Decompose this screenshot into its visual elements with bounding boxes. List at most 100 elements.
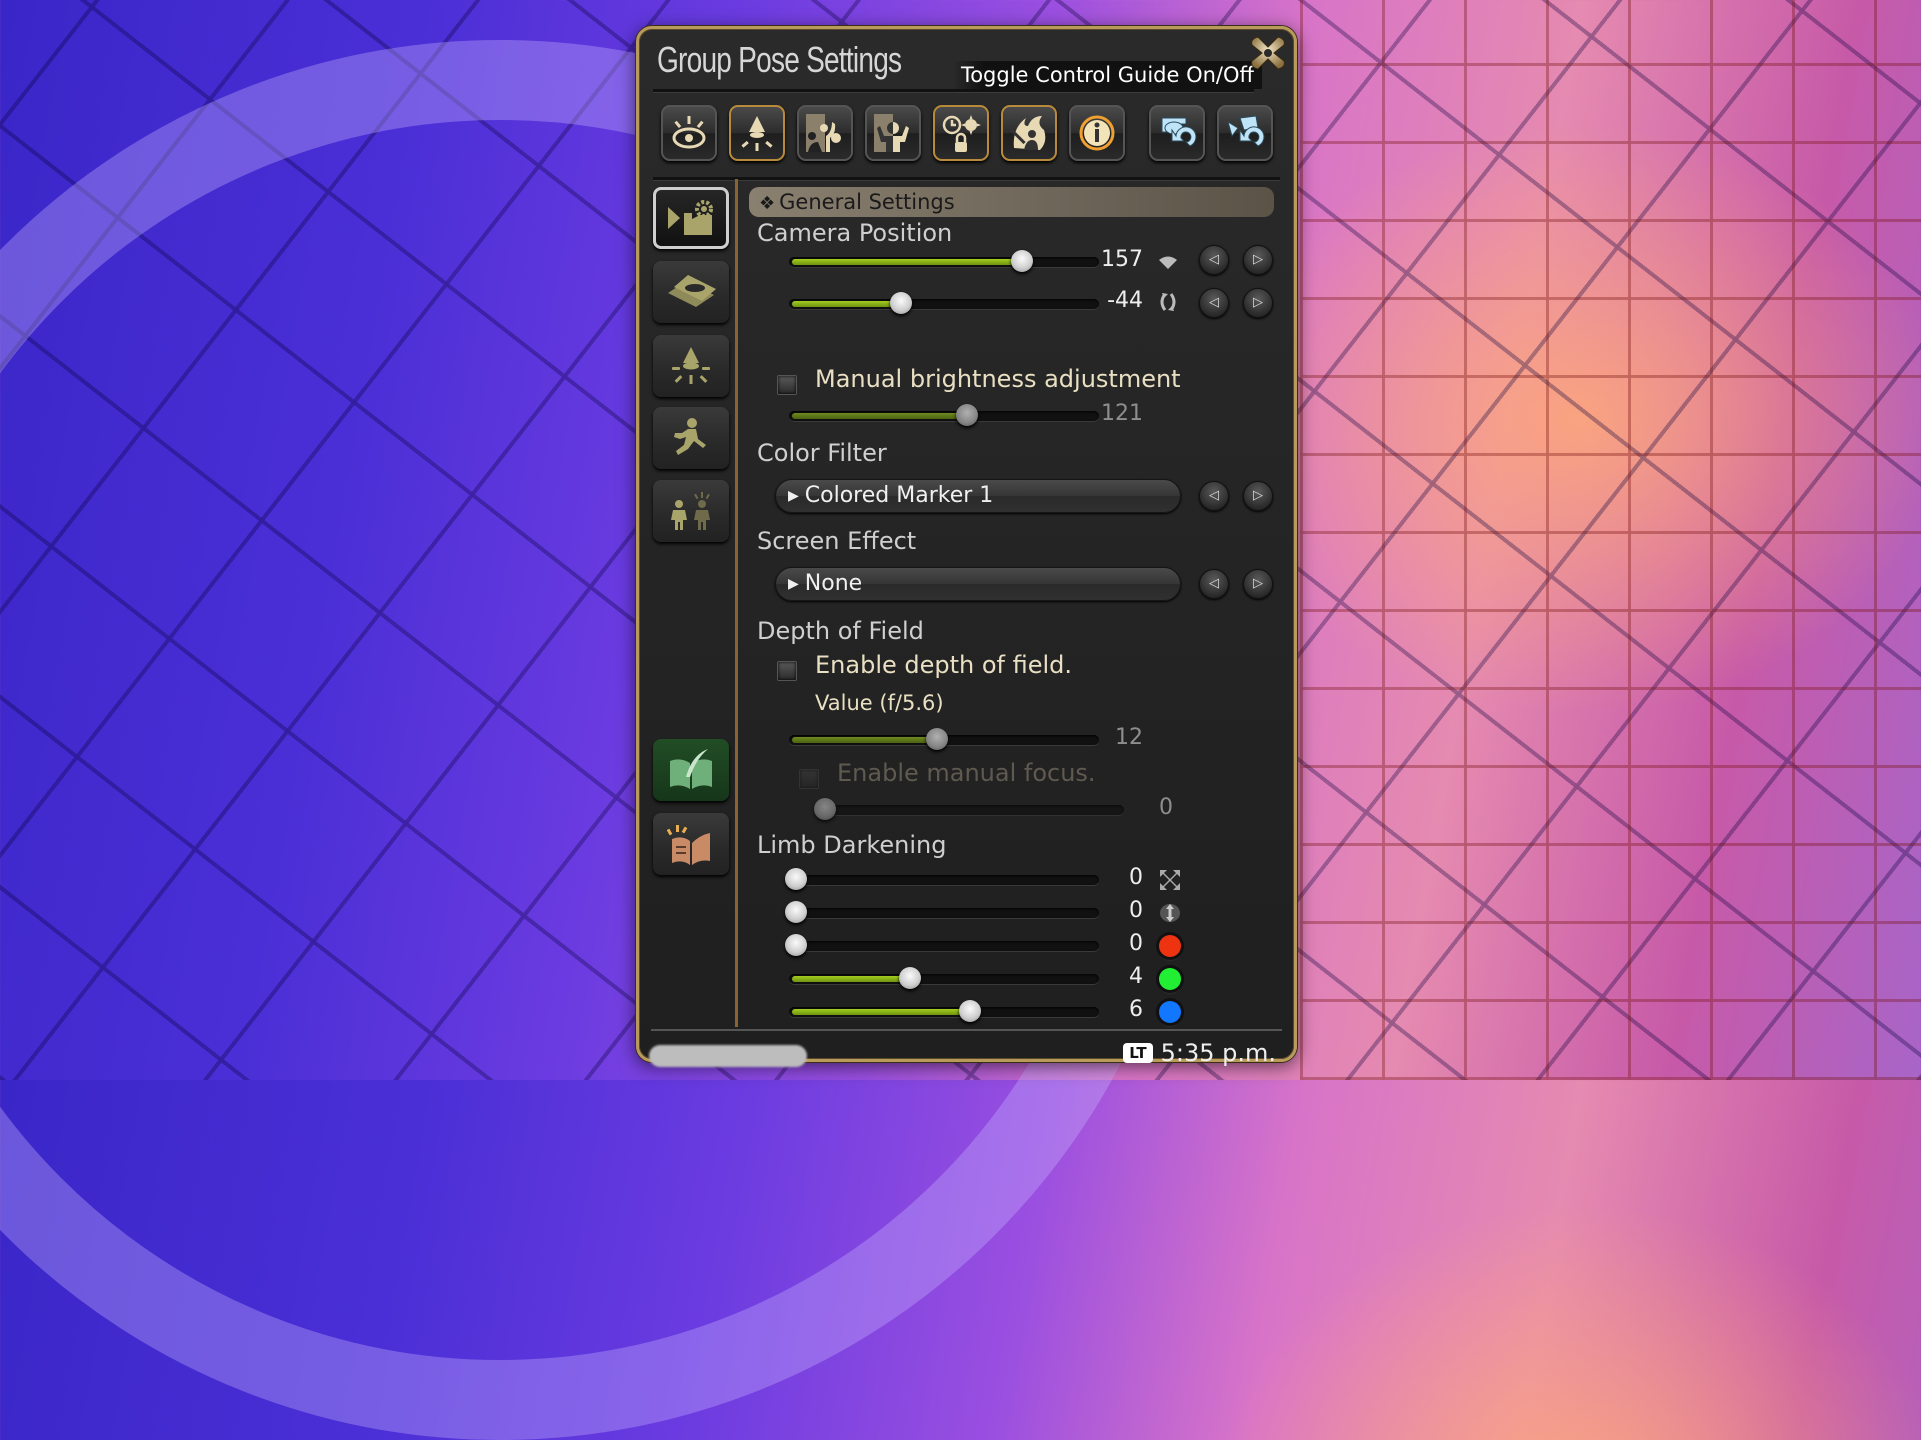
pose-split-icon bbox=[806, 114, 841, 152]
screen-effect-previous-button[interactable]: ◁ bbox=[1199, 569, 1229, 599]
blue-dot-indicator bbox=[1159, 1001, 1181, 1023]
camera-position-2-decrease-button[interactable]: ◁ bbox=[1199, 288, 1229, 318]
slider-fill bbox=[792, 301, 901, 307]
slider-knob[interactable] bbox=[814, 798, 836, 820]
expand-icon bbox=[1160, 870, 1180, 890]
limb-darkening-slider[interactable] bbox=[789, 1000, 1099, 1022]
reset-icon bbox=[1161, 117, 1197, 147]
control-guide-tooltip: Toggle Control Guide On/Off bbox=[952, 61, 1262, 89]
slider-track bbox=[785, 875, 1099, 885]
manual-focus-slider[interactable] bbox=[814, 798, 1124, 820]
rotate-icon bbox=[1160, 293, 1176, 311]
toolbar-lighting-button[interactable] bbox=[729, 105, 785, 161]
limb-darkening-value: 0 bbox=[1129, 898, 1143, 923]
quill-book-icon bbox=[670, 749, 712, 789]
title-divider bbox=[653, 89, 1254, 93]
expand-triangle-icon: ▶ bbox=[788, 576, 799, 592]
slider-knob[interactable] bbox=[889, 292, 912, 314]
slider-knob[interactable] bbox=[898, 967, 921, 989]
color-filter-previous-button[interactable]: ◁ bbox=[1199, 481, 1229, 511]
camera-position-2-increase-button[interactable]: ▷ bbox=[1243, 288, 1273, 318]
enable-depth-of-field-label: Enable depth of field. bbox=[815, 651, 1073, 679]
slider-knob[interactable] bbox=[785, 868, 807, 890]
manual-brightness-checkbox[interactable] bbox=[777, 375, 797, 395]
enable-manual-focus-label: Enable manual focus. bbox=[837, 759, 1096, 787]
sidebar-tab-camera[interactable] bbox=[653, 187, 729, 249]
slider-knob[interactable] bbox=[925, 728, 948, 750]
enable-depth-of-field-checkbox[interactable] bbox=[777, 661, 797, 681]
toolbar-character-motion-button[interactable] bbox=[797, 105, 853, 161]
aperture-value-label: Value (f/5.6) bbox=[815, 691, 944, 715]
toolbar-time-weather-lock-button[interactable] bbox=[933, 105, 989, 161]
screen-effect-next-button[interactable]: ▷ bbox=[1243, 569, 1273, 599]
camera-position-slider-1[interactable] bbox=[789, 250, 1099, 272]
sidebar bbox=[649, 187, 731, 1019]
expand-triangle-icon: ▶ bbox=[788, 488, 799, 504]
close-button[interactable] bbox=[1248, 33, 1288, 73]
camera-position-slider-2[interactable] bbox=[789, 292, 1099, 314]
background-bricks bbox=[1300, 0, 1921, 1080]
limb-darkening-slider[interactable] bbox=[785, 901, 1099, 923]
time-text: 5:35 p.m. bbox=[1160, 1039, 1276, 1067]
camera-gear-icon bbox=[668, 200, 713, 235]
sidebar-tab-characters[interactable] bbox=[653, 480, 729, 542]
limb-darkening-value: 6 bbox=[1129, 997, 1143, 1022]
manual-brightness-slider[interactable] bbox=[789, 404, 1099, 426]
slider-fill bbox=[792, 737, 937, 743]
color-filter-dropdown[interactable]: ▶ Colored Marker 1 bbox=[775, 479, 1181, 513]
slider-knob[interactable] bbox=[1010, 250, 1033, 272]
toolbar bbox=[661, 105, 1281, 171]
green-dot-indicator bbox=[1159, 968, 1181, 990]
enable-manual-focus-checkbox[interactable] bbox=[799, 769, 819, 789]
sidebar-adventurer-plate-button[interactable] bbox=[653, 739, 729, 801]
depth-of-field-slider[interactable] bbox=[789, 728, 1099, 750]
slider-knob[interactable] bbox=[785, 901, 807, 923]
toolbar-visibility-button[interactable] bbox=[661, 105, 717, 161]
toolbar-reset-camera-button[interactable] bbox=[1217, 105, 1273, 161]
redacted-player-name bbox=[649, 1045, 807, 1067]
slider-fill bbox=[792, 259, 1022, 265]
limb-darkening-value: 0 bbox=[1129, 931, 1143, 956]
slider-track bbox=[814, 805, 1124, 815]
screen-effect-dropdown[interactable]: ▶ None bbox=[775, 567, 1181, 601]
slider-knob[interactable] bbox=[956, 404, 979, 426]
slider-track bbox=[785, 908, 1099, 918]
color-filter-selected: Colored Marker 1 bbox=[804, 483, 994, 508]
color-filter-label: Color Filter bbox=[757, 439, 887, 467]
toolbar-reset-button[interactable] bbox=[1149, 105, 1205, 161]
info-icon bbox=[1079, 115, 1115, 151]
color-filter-next-button[interactable]: ▷ bbox=[1243, 481, 1273, 511]
footer-divider bbox=[651, 1029, 1282, 1031]
screen-effect-label: Screen Effect bbox=[757, 527, 917, 555]
limb-darkening-slider[interactable] bbox=[789, 967, 1099, 989]
section-header-general: ❖ General Settings bbox=[749, 187, 1274, 217]
emote-split-icon bbox=[874, 114, 909, 152]
toolbar-info-button[interactable] bbox=[1069, 105, 1125, 161]
red-dot-indicator bbox=[1159, 935, 1181, 957]
camera-position-value-1: 157 bbox=[1101, 247, 1143, 272]
limb-darkening-slider[interactable] bbox=[785, 868, 1099, 890]
group-pose-settings-window: Group Pose Settings Toggle Control Guide… bbox=[636, 26, 1297, 1067]
sidebar-tab-frames[interactable] bbox=[653, 261, 729, 323]
sidebar-tab-pose[interactable] bbox=[653, 407, 729, 469]
limb-darkening-slider[interactable] bbox=[785, 934, 1099, 956]
eye-icon bbox=[672, 116, 706, 149]
slider-knob[interactable] bbox=[785, 934, 807, 956]
camera-position-label: Camera Position bbox=[757, 219, 953, 247]
open-book-icon bbox=[666, 825, 710, 865]
camera-position-1-increase-button[interactable]: ▷ bbox=[1243, 245, 1273, 275]
battle-effect-icon bbox=[1009, 116, 1046, 150]
depth-of-field-label: Depth of Field bbox=[757, 617, 924, 645]
reset-camera-icon bbox=[1227, 115, 1265, 147]
slider-fill bbox=[792, 976, 910, 982]
toolbar-emote-button[interactable] bbox=[865, 105, 921, 161]
sidebar-guide-button[interactable] bbox=[653, 813, 729, 875]
depth-of-field-value: 12 bbox=[1115, 725, 1143, 750]
slider-knob[interactable] bbox=[959, 1000, 982, 1022]
slider-fill bbox=[792, 413, 968, 419]
diamond-icon: ❖ bbox=[759, 193, 776, 214]
toolbar-battle-effects-button[interactable] bbox=[1001, 105, 1057, 161]
section-title: General Settings bbox=[779, 190, 955, 214]
sidebar-tab-lighting[interactable] bbox=[653, 335, 729, 397]
camera-position-1-decrease-button[interactable]: ◁ bbox=[1199, 245, 1229, 275]
